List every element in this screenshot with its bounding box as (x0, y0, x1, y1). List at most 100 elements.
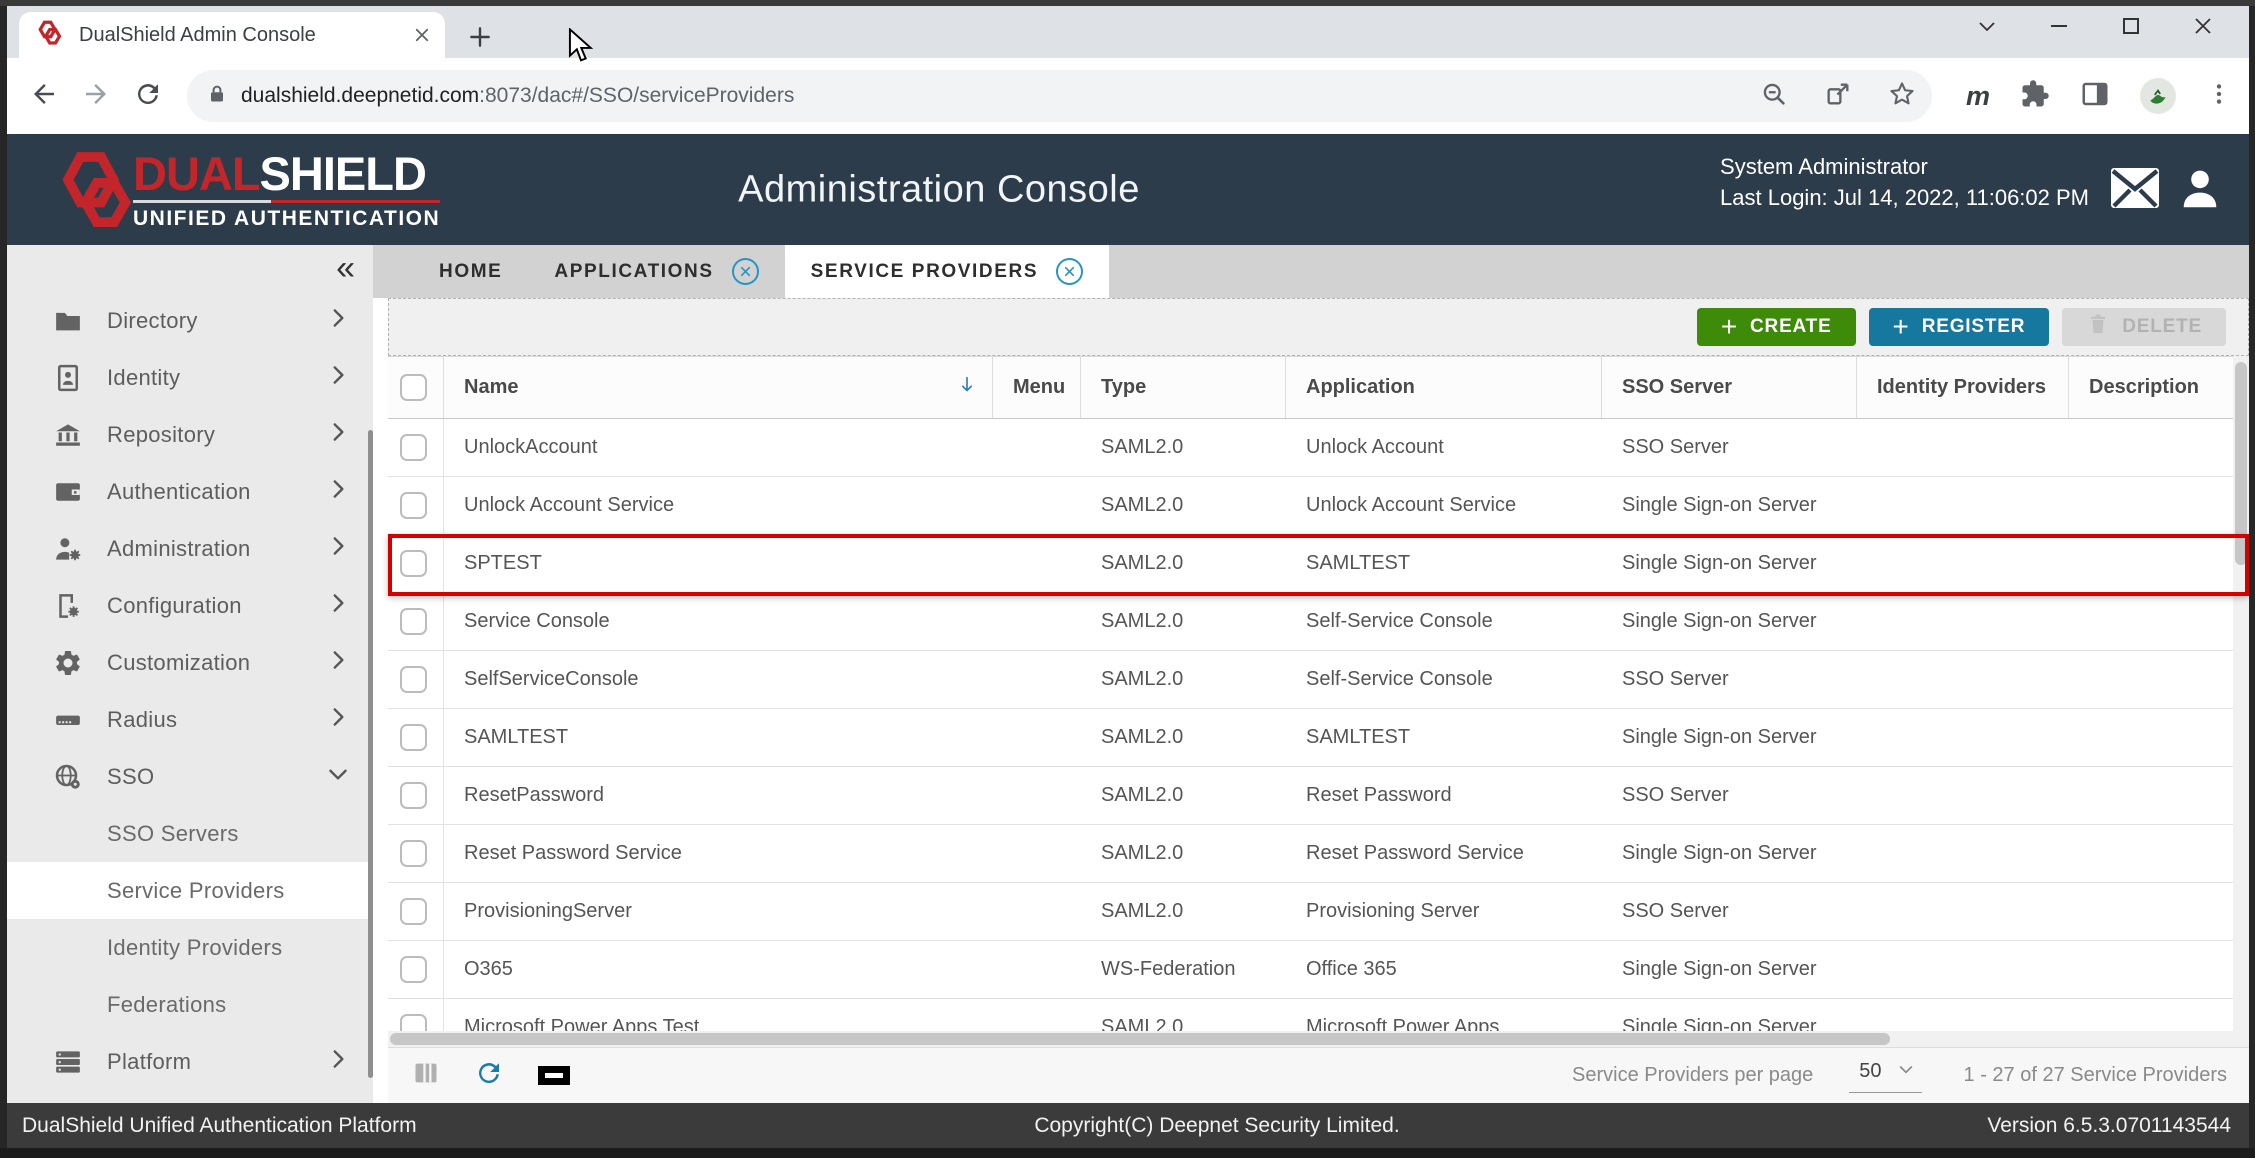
sidebar-item-repository[interactable]: Repository (7, 406, 373, 463)
tab-home[interactable]: HOME (413, 245, 528, 298)
chevron-right-icon (325, 533, 351, 564)
zoom-out-icon[interactable] (1760, 80, 1788, 113)
m-extension-icon[interactable]: m (1966, 81, 1990, 112)
columns-icon[interactable] (412, 1059, 440, 1092)
profile-avatar[interactable] (2140, 78, 2176, 114)
row-checkbox[interactable] (400, 1014, 427, 1031)
register-button[interactable]: +REGISTER (1869, 308, 2050, 346)
column-header-label: Description (2089, 376, 2199, 399)
sidebar-item-authentication[interactable]: Authentication (7, 463, 373, 520)
chevron-right-icon (325, 590, 351, 621)
table-row-unlock-account-service[interactable]: Unlock Account ServiceSAML2.0Unlock Acco… (388, 477, 2233, 535)
row-checkbox[interactable] (400, 840, 427, 867)
create-button[interactable]: +CREATE (1697, 308, 1856, 346)
mail-icon[interactable] (2109, 166, 2161, 215)
window-close-icon[interactable] (2191, 14, 2215, 43)
toolbar: +CREATE +REGISTER DELETE (388, 298, 2249, 356)
table-row-o365[interactable]: O365WS-FederationOffice 365Single Sign-o… (388, 941, 2233, 999)
sidebar-item-federations[interactable]: Federations (7, 976, 373, 1033)
close-tab-icon[interactable] (732, 258, 759, 285)
row-checkbox[interactable] (400, 956, 427, 983)
bank-icon (53, 420, 83, 450)
extensions-puzzle-icon[interactable] (2020, 79, 2050, 114)
table-row-unlockaccount[interactable]: UnlockAccountSAML2.0Unlock AccountSSO Se… (388, 419, 2233, 477)
per-page-select[interactable]: 50 (1849, 1059, 1921, 1093)
sidebar-item-identity[interactable]: Identity (7, 349, 373, 406)
row-checkbox[interactable] (400, 898, 427, 925)
sidebar-item-sso-servers[interactable]: SSO Servers (7, 805, 373, 862)
sidebar-item-service-providers[interactable]: Service Providers (7, 862, 373, 919)
table-row-selfserviceconsole[interactable]: SelfServiceConsoleSAML2.0Self-Service Co… (388, 651, 2233, 709)
collapse-grid-icon[interactable] (538, 1066, 570, 1085)
delete-button[interactable]: DELETE (2062, 308, 2226, 346)
window-maximize-icon[interactable] (2119, 14, 2143, 43)
table-row-microsoft-power-apps-test[interactable]: Microsoft Power Apps TestSAML2.0Microsof… (388, 999, 2233, 1031)
tab-service-providers[interactable]: SERVICE PROVIDERS (785, 245, 1109, 298)
logo-rule (133, 200, 440, 203)
sidebar-item-help[interactable]: Help (7, 1090, 373, 1103)
row-checkbox-cell (388, 883, 444, 940)
column-header-menu[interactable]: Menu (993, 357, 1081, 418)
row-checkbox[interactable] (400, 666, 427, 693)
sidebar-item-configuration[interactable]: Configuration (7, 577, 373, 634)
select-all-checkbox[interactable] (400, 374, 427, 401)
column-header-name[interactable]: Name (444, 357, 993, 418)
cell-type: WS-Federation (1081, 941, 1286, 998)
table-row-samltest[interactable]: SAMLTESTSAML2.0SAMLTESTSingle Sign-on Se… (388, 709, 2233, 767)
column-header-application[interactable]: Application (1286, 357, 1602, 418)
horizontal-scrollbar-thumb[interactable] (390, 1033, 1890, 1045)
tab-close-icon[interactable] (413, 26, 431, 44)
table-row-resetpassword[interactable]: ResetPasswordSAML2.0Reset PasswordSSO Se… (388, 767, 2233, 825)
gear-icon (53, 648, 83, 678)
table-row-service-console[interactable]: Service ConsoleSAML2.0Self-Service Conso… (388, 593, 2233, 651)
row-checkbox-cell (388, 419, 444, 476)
tab-label: APPLICATIONS (554, 261, 713, 283)
cell-application: Reset Password (1286, 767, 1602, 824)
cell-description (2069, 825, 2233, 882)
tab-applications[interactable]: APPLICATIONS (528, 245, 784, 298)
row-checkbox[interactable] (400, 492, 427, 519)
cell-application: Unlock Account (1286, 419, 1602, 476)
sidebar-item-sso[interactable]: SSO (7, 748, 373, 805)
sidebar-item-administration[interactable]: Administration (7, 520, 373, 577)
sidebar-item-customization[interactable]: Customization (7, 634, 373, 691)
back-icon[interactable] (29, 79, 59, 114)
horizontal-scrollbar[interactable] (388, 1031, 2233, 1047)
row-checkbox[interactable] (400, 782, 427, 809)
new-tab-button[interactable] (467, 24, 493, 50)
logo-dual-text: DUAL (133, 147, 260, 200)
table-row-reset-password-service[interactable]: Reset Password ServiceSAML2.0Reset Passw… (388, 825, 2233, 883)
share-icon[interactable] (1824, 80, 1852, 113)
sidebar-item-platform[interactable]: Platform (7, 1033, 373, 1090)
column-header-description[interactable]: Description (2069, 357, 2233, 418)
browser-tab[interactable]: DualShield Admin Console (19, 12, 445, 58)
close-tab-icon[interactable] (1056, 258, 1083, 285)
select-all-checkbox-cell (388, 357, 444, 418)
vertical-scrollbar[interactable] (2233, 356, 2249, 1047)
side-panel-icon[interactable] (2080, 79, 2110, 114)
bookmark-star-icon[interactable] (1888, 80, 1916, 113)
cell-sso-server: Single Sign-on Server (1602, 999, 1857, 1031)
table-row-provisioningserver[interactable]: ProvisioningServerSAML2.0Provisioning Se… (388, 883, 2233, 941)
column-header-identity-providers[interactable]: Identity Providers (1857, 357, 2069, 418)
row-checkbox[interactable] (400, 434, 427, 461)
row-checkbox[interactable] (400, 608, 427, 635)
browser-menu-kebab-icon[interactable] (2206, 81, 2232, 112)
refresh-icon[interactable] (474, 1058, 504, 1093)
collapse-sidebar-icon[interactable]: « (336, 249, 355, 287)
column-header-sso-server[interactable]: SSO Server (1602, 357, 1857, 418)
user-account-icon[interactable] (2177, 166, 2223, 217)
url-bar[interactable]: dualshield.deepnetid.com:8073/dac#/SSO/s… (187, 70, 1932, 122)
row-checkbox[interactable] (400, 724, 427, 751)
url-text: dualshield.deepnetid.com:8073/dac#/SSO/s… (241, 84, 1724, 108)
dualshield-logo-icon (53, 150, 139, 239)
sidebar-item-directory[interactable]: Directory (7, 292, 373, 349)
sidebar-item-identity-providers[interactable]: Identity Providers (7, 919, 373, 976)
window-minimize-icon[interactable] (2047, 14, 2071, 43)
forward-icon[interactable] (81, 79, 111, 114)
column-header-type[interactable]: Type (1081, 357, 1286, 418)
reload-icon[interactable] (133, 79, 163, 114)
sidebar-item-radius[interactable]: Radius (7, 691, 373, 748)
lock-icon (205, 82, 229, 111)
window-dropdown-icon[interactable] (1975, 14, 1999, 43)
